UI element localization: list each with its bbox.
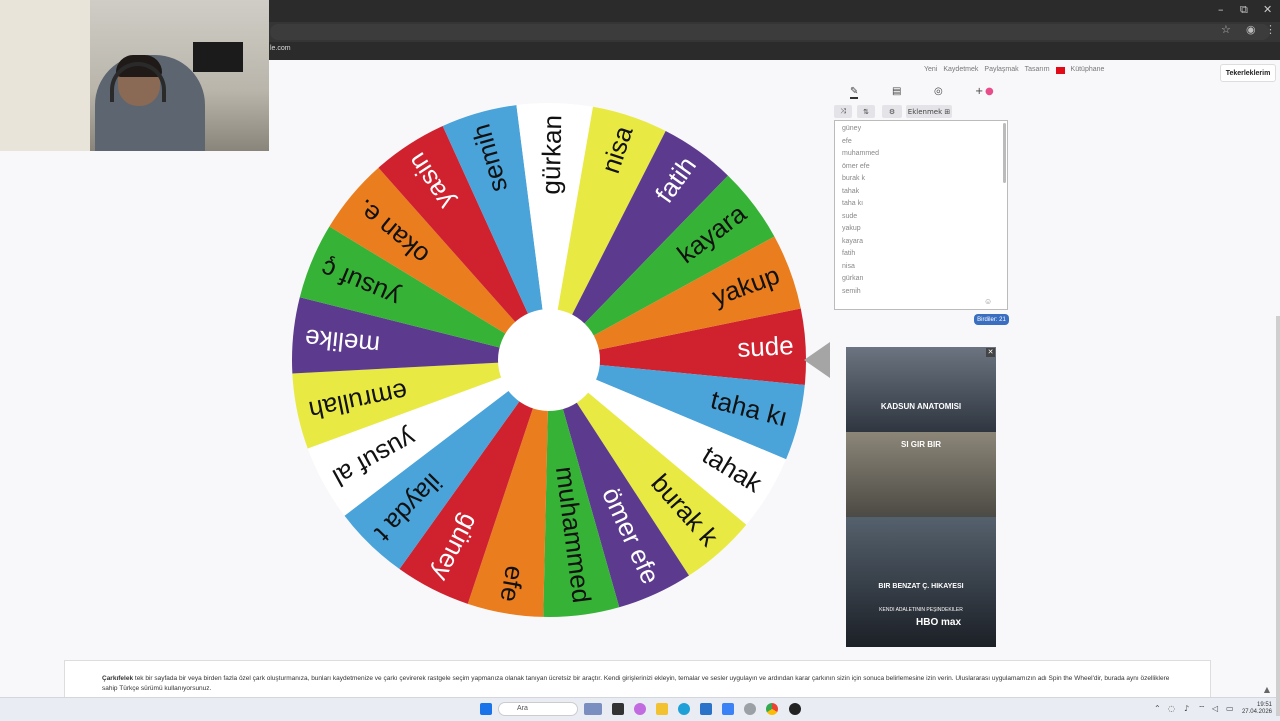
extensions-button[interactable]: Eklenmek ⊞: [906, 105, 952, 118]
wheel-svg[interactable]: sudetaha kıtahakburak kömer efemuhammede…: [290, 101, 808, 619]
nav-share[interactable]: Paylaşmak: [984, 66, 1018, 80]
clock-time: 19:51: [1256, 702, 1272, 708]
ad-title-2: SI GIR BIR: [900, 440, 941, 449]
description-body: tek bir sayfada bir veya birden fazla öz…: [102, 675, 1170, 692]
ad-tagline: KENDI ADALETININ PEŞINDEKILER: [879, 607, 963, 613]
profile-icon[interactable]: ◉: [1246, 23, 1256, 36]
edit-pencil-icon[interactable]: ✎: [850, 86, 859, 99]
bookmark-star-icon[interactable]: ☆: [1221, 23, 1231, 36]
entry-item[interactable]: kayara: [842, 236, 1007, 249]
nav-new[interactable]: Yeni: [924, 66, 937, 80]
hide-eye-icon[interactable]: ◎: [934, 86, 943, 97]
top-nav: Yeni Kaydetmek Paylaşmak Tasarım Kütüpha…: [924, 66, 1104, 80]
tray-wifi-icon[interactable]: ⌔: [1198, 704, 1206, 714]
widget-icon[interactable]: [584, 703, 602, 715]
clipboard-icon[interactable]: ▤: [892, 86, 901, 97]
wheel-slice-label: sude: [736, 330, 794, 363]
entry-item[interactable]: tahak: [842, 186, 1007, 199]
entry-item[interactable]: muhammed: [842, 148, 1007, 161]
ad-title-3: BIR BENZAT Ç. HIKAYESI: [878, 583, 964, 590]
ad-poster-2: SI GIR BIR: [846, 432, 996, 517]
description-text: Çarkıfelek tek bir sayfada bir veya bird…: [102, 674, 1182, 694]
entry-item[interactable]: efe: [842, 136, 1007, 149]
webcam-wall: [0, 0, 90, 151]
clock-date: 27.04.2026: [1241, 709, 1272, 715]
entry-item[interactable]: semih: [842, 286, 1007, 299]
chrome-icon[interactable]: [766, 703, 778, 715]
entry-item[interactable]: gürkan: [842, 273, 1007, 286]
edge-icon[interactable]: [678, 703, 690, 715]
tray-speaker-icon[interactable]: ◁: [1212, 704, 1218, 713]
restore-button[interactable]: ⧉: [1240, 3, 1248, 17]
ad-poster-3: BIR BENZAT Ç. HIKAYESI KENDI ADALETININ …: [846, 517, 996, 647]
windows-taskbar: ⌕ Ara ⌃ ◌ ♪ ⌔ ◁ ▭ 19:51 27.04.2026: [0, 697, 1280, 721]
minimize-button[interactable]: –: [1218, 3, 1224, 16]
taskbar-search[interactable]: Ara: [498, 702, 578, 716]
entry-item[interactable]: fatih: [842, 248, 1007, 261]
panel-tabs: ✎ ▤ ◎ + ●: [834, 86, 1008, 102]
browser-menu-icon[interactable]: ⋮: [1265, 23, 1276, 36]
settings-gear-icon[interactable]: ⚙: [882, 105, 902, 118]
page-scrollbar[interactable]: [1276, 316, 1280, 716]
flag-icon[interactable]: [1055, 67, 1065, 74]
taskbar-clock[interactable]: 19:51 27.04.2026: [1242, 702, 1272, 716]
ad-poster-1: KADSUN ANATOMISI: [846, 347, 996, 432]
color-palette-icon[interactable]: ●: [985, 86, 994, 97]
address-bar[interactable]: [270, 24, 1270, 40]
task-view-icon[interactable]: [612, 703, 624, 715]
entry-item[interactable]: taha kı: [842, 198, 1007, 211]
scroll-up-icon[interactable]: ▲: [1264, 685, 1270, 694]
shuffle-button[interactable]: ⤨: [834, 105, 852, 118]
entry-item[interactable]: burak k: [842, 173, 1007, 186]
entry-item[interactable]: nisa: [842, 261, 1007, 274]
entries-panel: ✎ ▤ ◎ + ● ⤨ ⇅ ⚙ Eklenmek ⊞ güney efe muham…: [834, 86, 1008, 312]
advertisement[interactable]: ✕ KADSUN ANATOMISI SI GIR BIR BIR BENZAT…: [846, 347, 996, 647]
ad-title-1: KADSUN ANATOMISI: [880, 402, 962, 411]
nav-save[interactable]: Kaydetmek: [943, 66, 978, 80]
copilot-icon[interactable]: [634, 703, 646, 715]
description-box: Çarkıfelek tek bir sayfada bir veya bird…: [64, 660, 1211, 700]
entries-scrollbar[interactable]: [1003, 123, 1006, 183]
sort-button[interactable]: ⇅: [857, 105, 875, 118]
wheel-slice-label: gürkan: [536, 115, 568, 195]
add-icon[interactable]: +: [975, 86, 983, 97]
emoji-icon[interactable]: ☺: [984, 297, 992, 306]
hbo-max-logo: HBO max: [916, 617, 962, 628]
tray-network-icon[interactable]: ◌: [1168, 704, 1175, 713]
wheel-center-hub[interactable]: [498, 309, 600, 411]
url-text[interactable]: le.com: [270, 45, 291, 52]
nav-library[interactable]: Kütüphane: [1071, 66, 1105, 80]
obs-icon[interactable]: [789, 703, 801, 715]
spin-wheel[interactable]: sude taha kı tahak burak k ömer efe muhammed e…: [290, 101, 808, 619]
entry-item[interactable]: ömer efe: [842, 161, 1007, 174]
panel-actions: ⤨ ⇅ ⚙ Eklenmek ⊞: [834, 105, 1008, 119]
entries-count-badge: Birdiler: 21: [974, 314, 1009, 325]
tray-battery-icon[interactable]: ▭: [1226, 704, 1234, 713]
settings-app-icon[interactable]: [744, 703, 756, 715]
mail-icon[interactable]: [722, 703, 734, 715]
entries-textarea[interactable]: güney efe muhammed ömer efe burak k tahak taha…: [834, 120, 1008, 310]
nav-design[interactable]: Tasarım: [1025, 66, 1050, 80]
wheel-pointer-icon: [804, 342, 830, 378]
start-icon[interactable]: [480, 703, 492, 715]
entry-item[interactable]: sude: [842, 211, 1007, 224]
webcam-tv: [193, 42, 243, 72]
entry-item[interactable]: yakup: [842, 223, 1007, 236]
file-explorer-icon[interactable]: [656, 703, 668, 715]
description-brand: Çarkıfelek: [102, 675, 134, 682]
entries-list: güney efe muhammed ömer efe burak k tahak taha…: [835, 121, 1007, 298]
close-window-button[interactable]: ✕: [1263, 3, 1272, 16]
tray-chevron-icon[interactable]: ⌃: [1154, 704, 1161, 713]
webcam-overlay: [0, 0, 269, 151]
wheel-slice-label: efe: [494, 564, 530, 605]
tray-mic-icon[interactable]: ♪: [1184, 704, 1189, 713]
entry-item[interactable]: güney: [842, 123, 1007, 136]
store-icon[interactable]: [700, 703, 712, 715]
ad-close-icon[interactable]: ✕: [986, 348, 995, 357]
my-wheels-button[interactable]: Tekerleklerim: [1220, 64, 1276, 82]
